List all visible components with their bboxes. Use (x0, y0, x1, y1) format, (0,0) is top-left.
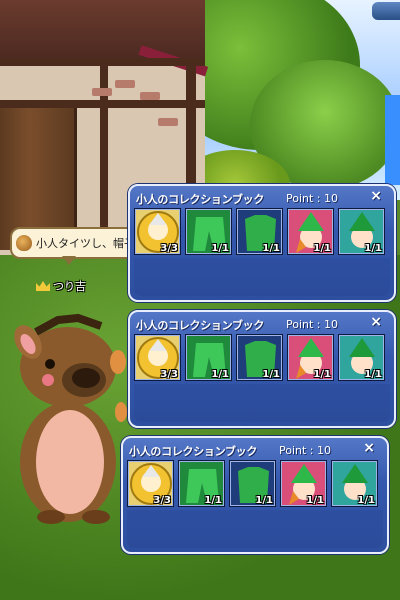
item-slot-green-tights-back[interactable]: 1/1 (229, 460, 276, 507)
item-slot-green-tights-back[interactable]: 1/1 (236, 334, 283, 381)
item-slot-green-hat-girl[interactable]: 1/1 (280, 460, 327, 507)
item-slots: 3/3 1/1 1/1 1/1 1/1 (127, 460, 378, 507)
chat-bubble: 小人タイツし、帽子し (10, 227, 140, 259)
roof (0, 0, 205, 58)
item-count: 1/1 (364, 243, 382, 254)
item-count: 1/1 (262, 243, 280, 254)
panel-point: Point : 10 (279, 444, 332, 457)
collection-panel: 小人のコレクションブック Point : 10 × 3/3 1/1 1/1 1/… (128, 184, 396, 302)
crown-icon (36, 281, 50, 291)
brick (158, 118, 178, 126)
panel-header: 小人のコレクションブック Point : 10 × (129, 440, 381, 460)
item-count: 3/3 (160, 243, 178, 254)
item-slot-green-hat-boy[interactable]: 1/1 (338, 208, 385, 255)
item-count: 1/1 (357, 495, 375, 506)
close-button[interactable]: × (370, 188, 382, 204)
brick (140, 92, 160, 100)
item-count: 1/1 (262, 369, 280, 380)
panel-title: 小人のコレクションブック (136, 193, 265, 206)
item-slot-green-tights[interactable]: 1/1 (185, 334, 232, 381)
boar-character[interactable] (6, 312, 131, 527)
item-slots: 3/3 1/1 1/1 1/1 1/1 (134, 334, 385, 381)
panel-footer (134, 384, 390, 422)
item-slot-green-tights[interactable]: 1/1 (185, 208, 232, 255)
item-slot-green-hat-girl[interactable]: 1/1 (287, 208, 334, 255)
panel-header: 小人のコレクションブック Point : 10 × (136, 314, 388, 334)
item-count: 1/1 (313, 243, 331, 254)
item-count: 3/3 (160, 369, 178, 380)
menu-tab[interactable] (372, 2, 400, 20)
item-count: 1/1 (306, 495, 324, 506)
item-slot-green-tights-back[interactable]: 1/1 (236, 208, 283, 255)
item-count: 1/1 (211, 243, 229, 254)
item-slots: 3/3 1/1 1/1 1/1 1/1 (134, 208, 385, 255)
item-slot-green-hat-boy[interactable]: 1/1 (331, 460, 378, 507)
item-slot-green-hat-boy[interactable]: 1/1 (338, 334, 385, 381)
item-count: 1/1 (364, 369, 382, 380)
panel-point: Point : 10 (286, 318, 339, 331)
chat-bubble-tail (62, 256, 76, 265)
player-name: つり吉 (53, 280, 86, 293)
item-count: 3/3 (153, 495, 171, 506)
close-button[interactable]: × (370, 314, 382, 330)
panel-title: 小人のコレクションブック (129, 445, 258, 458)
panel-header: 小人のコレクションブック Point : 10 × (136, 188, 388, 208)
item-count: 1/1 (211, 369, 229, 380)
item-slot-gold-coin[interactable]: 3/3 (134, 208, 181, 255)
brick (115, 80, 135, 88)
item-slot-gold-coin[interactable]: 3/3 (127, 460, 174, 507)
panel-point: Point : 10 (286, 192, 339, 205)
item-count: 1/1 (313, 369, 331, 380)
panel-footer (127, 510, 383, 548)
player-nameplate: つり吉 (36, 278, 86, 294)
item-slot-green-tights[interactable]: 1/1 (178, 460, 225, 507)
money-bag-icon (16, 235, 32, 251)
panel-title: 小人のコレクションブック (136, 319, 265, 332)
collection-panel: 小人のコレクションブック Point : 10 × 3/3 1/1 1/1 1/… (128, 310, 396, 428)
side-panel-edge (385, 95, 400, 185)
brick (92, 88, 112, 96)
close-button[interactable]: × (363, 440, 375, 456)
chat-bubble-text: 小人タイツし、帽子し (36, 237, 140, 250)
item-slot-gold-coin[interactable]: 3/3 (134, 334, 181, 381)
item-count: 1/1 (255, 495, 273, 506)
item-count: 1/1 (204, 495, 222, 506)
item-slot-green-hat-girl[interactable]: 1/1 (287, 334, 334, 381)
panel-footer (134, 258, 390, 296)
collection-panel: 小人のコレクションブック Point : 10 × 3/3 1/1 1/1 1/… (121, 436, 389, 554)
